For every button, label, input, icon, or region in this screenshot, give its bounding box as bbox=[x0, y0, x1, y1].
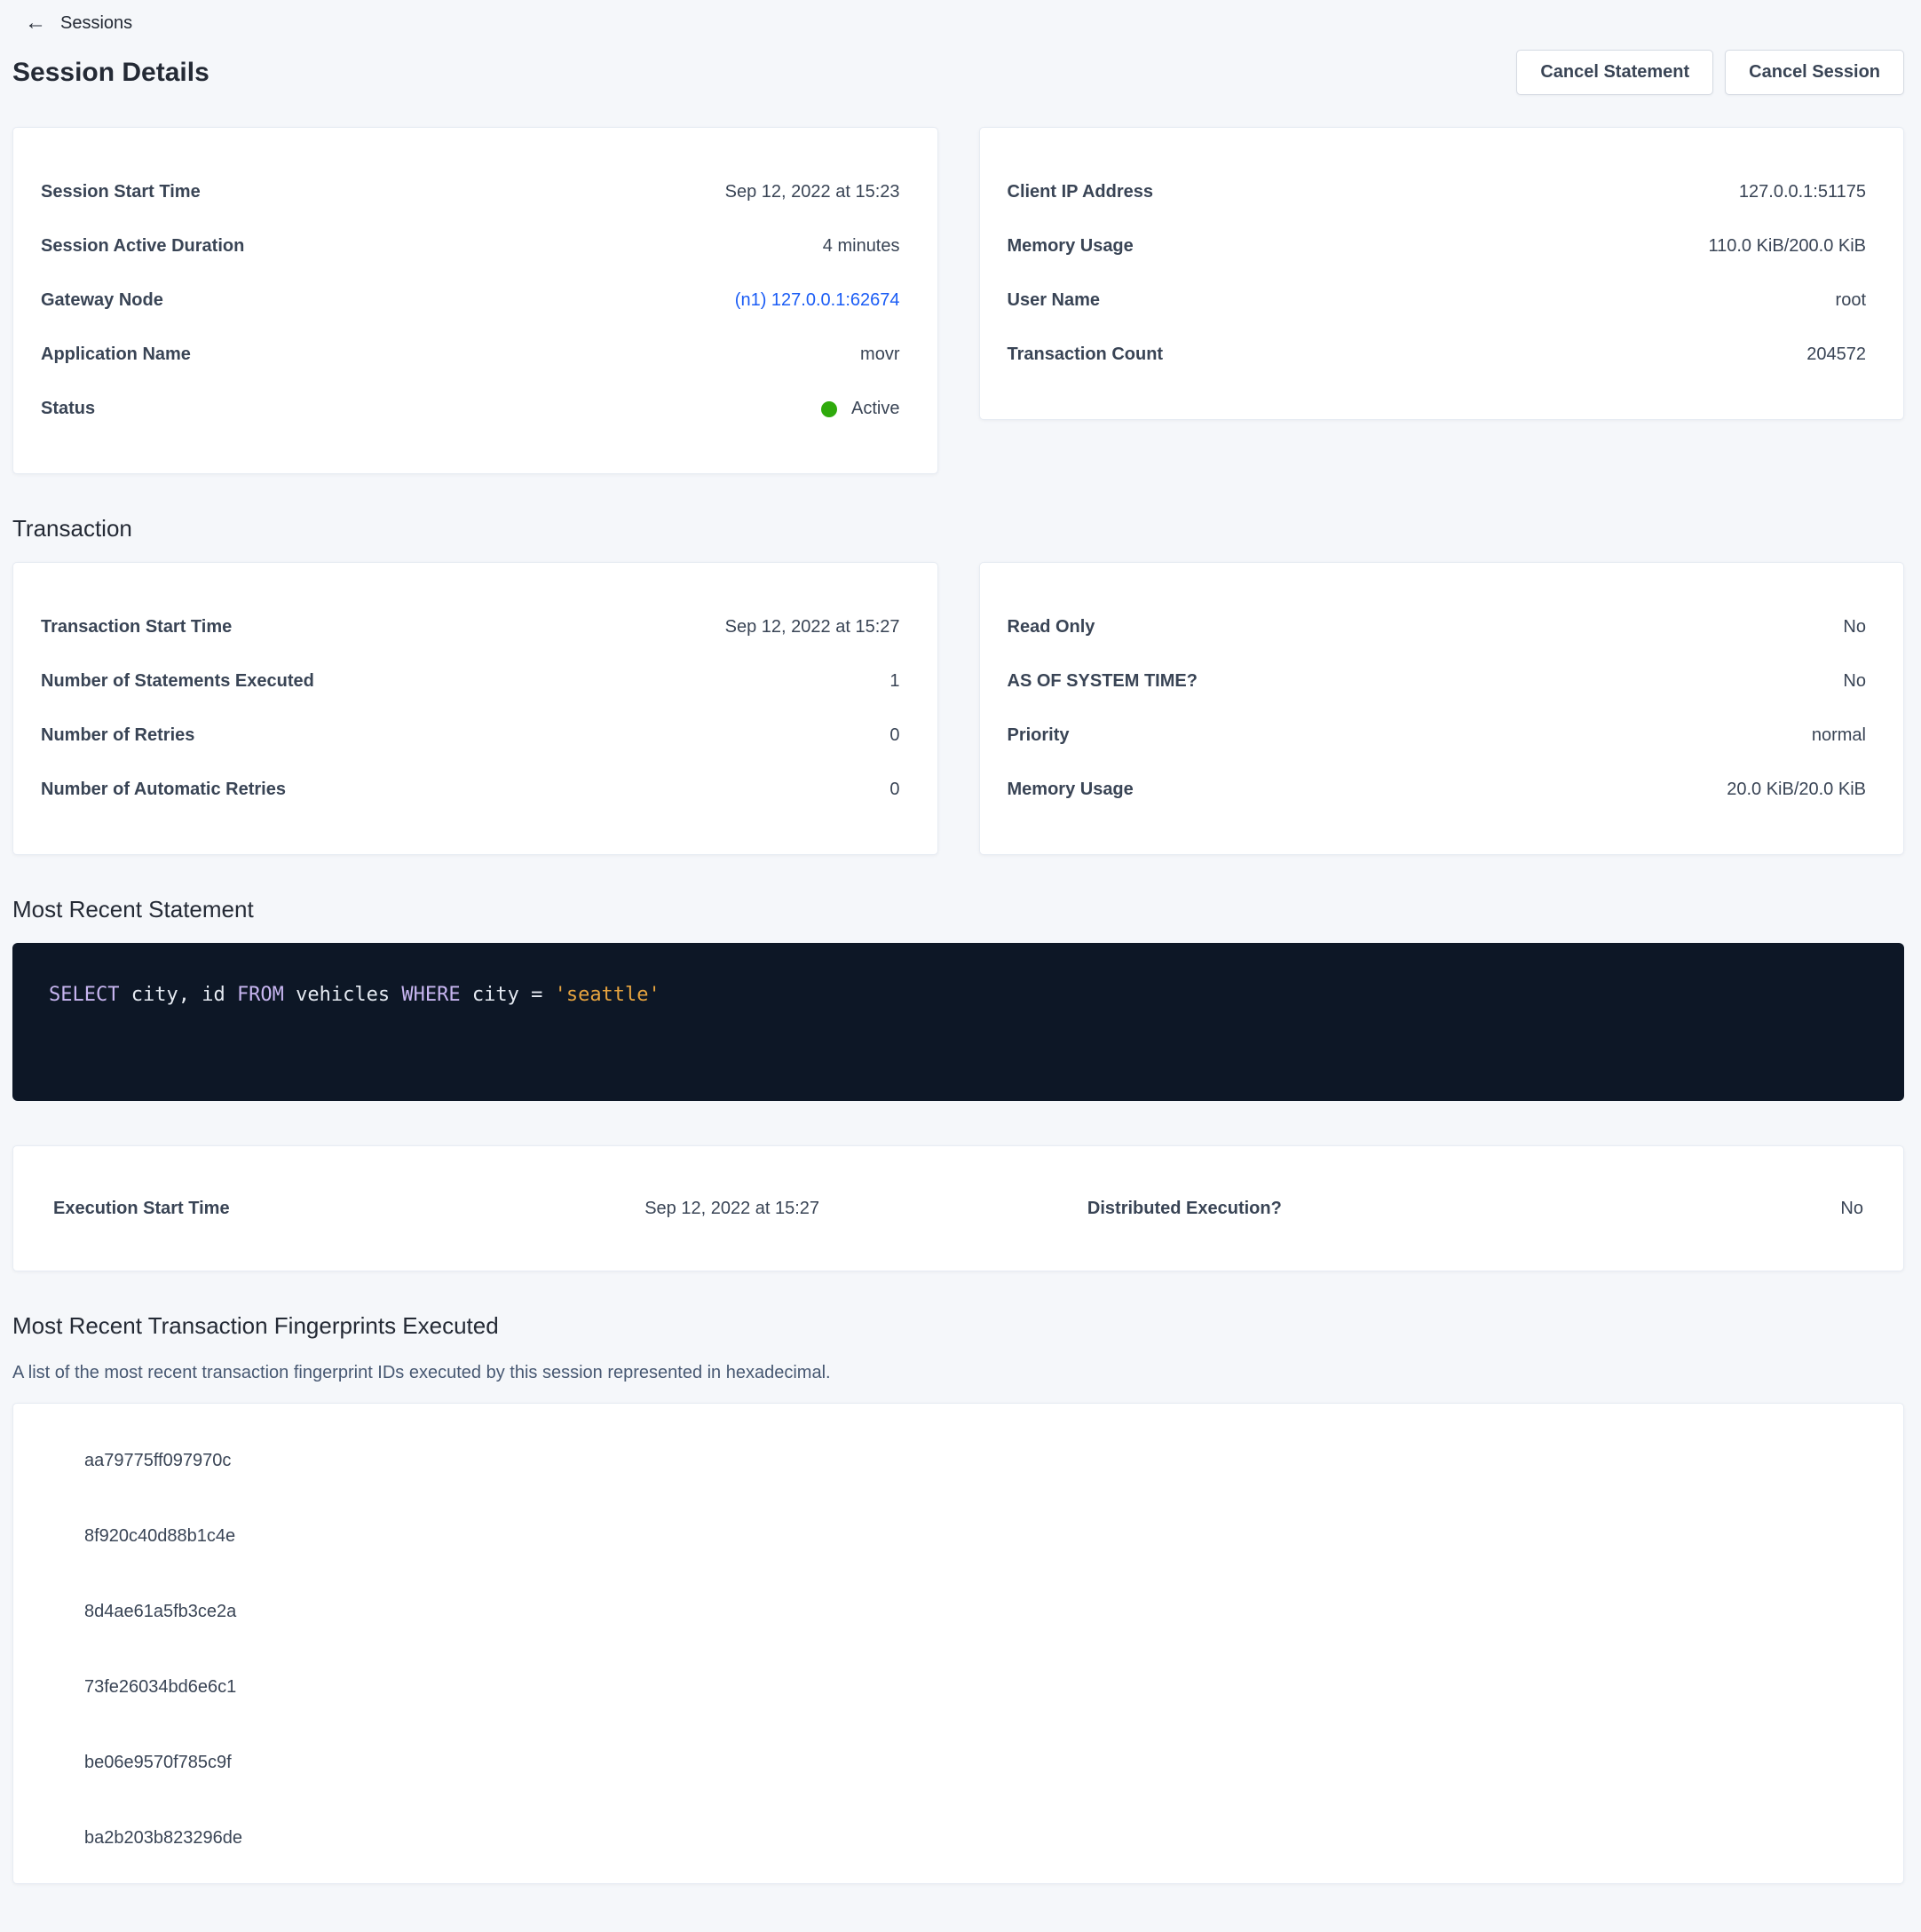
sql-text: city = bbox=[461, 984, 555, 1006]
info-label: Priority bbox=[1008, 725, 1070, 746]
fingerprints-card: aa79775ff097970c 8f920c40d88b1c4e 8d4ae6… bbox=[12, 1403, 1904, 1884]
back-arrow-icon: ← bbox=[25, 12, 46, 34]
sql-statement-block: SELECT city, id FROM vehicles WHERE city… bbox=[12, 943, 1904, 1101]
info-row-memory-usage: Memory Usage 110.0 KiB/200.0 KiB bbox=[1008, 219, 1867, 273]
info-label: Number of Retries bbox=[41, 725, 194, 746]
info-row-statements-executed: Number of Statements Executed 1 bbox=[41, 654, 900, 709]
sql-text: city, id bbox=[119, 984, 236, 1006]
info-value: 4 minutes bbox=[823, 236, 900, 257]
distributed-execution-label: Distributed Execution? bbox=[959, 1199, 1411, 1219]
info-row-transaction-start-time: Transaction Start Time Sep 12, 2022 at 1… bbox=[41, 600, 900, 654]
info-row-transaction-count: Transaction Count 204572 bbox=[1008, 328, 1867, 382]
info-value: Sep 12, 2022 at 15:27 bbox=[725, 617, 900, 637]
info-label: Memory Usage bbox=[1008, 236, 1134, 257]
page-header: Session Details Cancel Statement Cancel … bbox=[12, 50, 1904, 95]
gateway-node-link[interactable]: (n1) 127.0.0.1:62674 bbox=[735, 290, 900, 311]
info-value: 110.0 KiB/200.0 KiB bbox=[1708, 236, 1866, 257]
info-row-client-ip: Client IP Address 127.0.0.1:51175 bbox=[1008, 165, 1867, 219]
info-row-status: Status Active bbox=[41, 382, 900, 436]
info-label: Session Active Duration bbox=[41, 236, 244, 257]
sql-keyword: FROM bbox=[237, 984, 284, 1006]
fingerprints-section-title: Most Recent Transaction Fingerprints Exe… bbox=[12, 1312, 1904, 1340]
fingerprint-item: ba2b203b823296de bbox=[53, 1801, 1863, 1876]
fingerprint-item: be06e9570f785c9f bbox=[53, 1725, 1863, 1801]
sql-text: vehicles bbox=[284, 984, 401, 1006]
transaction-section-title: Transaction bbox=[12, 515, 1904, 542]
fingerprint-item: aa79775ff097970c bbox=[53, 1423, 1863, 1499]
info-value: 204572 bbox=[1806, 344, 1866, 365]
info-value: 1 bbox=[889, 671, 899, 692]
info-row-session-start-time: Session Start Time Sep 12, 2022 at 15:23 bbox=[41, 165, 900, 219]
info-value: 20.0 KiB/20.0 KiB bbox=[1727, 780, 1866, 800]
info-value: No bbox=[1843, 671, 1866, 692]
info-row-priority: Priority normal bbox=[1008, 709, 1867, 763]
info-label: Number of Statements Executed bbox=[41, 671, 314, 692]
transaction-info-card: Transaction Start Time Sep 12, 2022 at 1… bbox=[12, 562, 938, 855]
info-row-user-name: User Name root bbox=[1008, 273, 1867, 328]
execution-start-time-value: Sep 12, 2022 at 15:27 bbox=[506, 1199, 959, 1219]
session-cards-row: Session Start Time Sep 12, 2022 at 15:23… bbox=[12, 127, 1904, 474]
info-label: User Name bbox=[1008, 290, 1101, 311]
back-to-sessions-link[interactable]: ← Sessions bbox=[20, 9, 138, 37]
info-row-as-of-system-time: AS OF SYSTEM TIME? No bbox=[1008, 654, 1867, 709]
info-label: Read Only bbox=[1008, 617, 1095, 637]
cancel-session-button[interactable]: Cancel Session bbox=[1725, 50, 1904, 95]
info-row-gateway-node: Gateway Node (n1) 127.0.0.1:62674 bbox=[41, 273, 900, 328]
info-value: 0 bbox=[889, 780, 899, 800]
sql-keyword: WHERE bbox=[401, 984, 460, 1006]
info-value: 127.0.0.1:51175 bbox=[1739, 182, 1866, 202]
distributed-execution-value: No bbox=[1411, 1199, 1863, 1219]
info-label: Memory Usage bbox=[1008, 780, 1134, 800]
info-label: Session Start Time bbox=[41, 182, 201, 202]
header-actions: Cancel Statement Cancel Session bbox=[1516, 50, 1904, 95]
sql-keyword: SELECT bbox=[49, 984, 119, 1006]
info-value: normal bbox=[1812, 725, 1866, 746]
fingerprint-item: 8d4ae61a5fb3ce2a bbox=[53, 1574, 1863, 1650]
info-value: movr bbox=[860, 344, 899, 365]
execution-info-card: Execution Start Time Sep 12, 2022 at 15:… bbox=[12, 1145, 1904, 1271]
fingerprint-item: 73fe26034bd6e6c1 bbox=[53, 1650, 1863, 1725]
info-label: Application Name bbox=[41, 344, 191, 365]
info-row-number-of-retries: Number of Retries 0 bbox=[41, 709, 900, 763]
cancel-statement-button[interactable]: Cancel Statement bbox=[1516, 50, 1713, 95]
client-info-card: Client IP Address 127.0.0.1:51175 Memory… bbox=[979, 127, 1905, 420]
info-label: Transaction Start Time bbox=[41, 617, 232, 637]
info-value: No bbox=[1843, 617, 1866, 637]
fingerprint-item: 8f920c40d88b1c4e bbox=[53, 1499, 1863, 1574]
info-label: Client IP Address bbox=[1008, 182, 1154, 202]
info-label: Number of Automatic Retries bbox=[41, 780, 286, 800]
info-value: 0 bbox=[889, 725, 899, 746]
info-value: Sep 12, 2022 at 15:23 bbox=[725, 182, 900, 202]
page-title: Session Details bbox=[12, 58, 209, 88]
status-value: Active bbox=[851, 399, 899, 419]
statement-section-title: Most Recent Statement bbox=[12, 896, 1904, 923]
info-label: Transaction Count bbox=[1008, 344, 1164, 365]
info-label: Gateway Node bbox=[41, 290, 163, 311]
back-link-label: Sessions bbox=[60, 13, 132, 34]
info-row-session-active-duration: Session Active Duration 4 minutes bbox=[41, 219, 900, 273]
info-row-automatic-retries: Number of Automatic Retries 0 bbox=[41, 763, 900, 817]
info-label: AS OF SYSTEM TIME? bbox=[1008, 671, 1198, 692]
info-label: Status bbox=[41, 399, 95, 419]
sql-string-literal: 'seattle' bbox=[555, 984, 660, 1006]
transaction-cards-row: Transaction Start Time Sep 12, 2022 at 1… bbox=[12, 562, 1904, 855]
info-row-txn-memory-usage: Memory Usage 20.0 KiB/20.0 KiB bbox=[1008, 763, 1867, 817]
session-info-card: Session Start Time Sep 12, 2022 at 15:23… bbox=[12, 127, 938, 474]
status-active-dot-icon bbox=[821, 401, 837, 417]
info-row-read-only: Read Only No bbox=[1008, 600, 1867, 654]
info-value: root bbox=[1836, 290, 1866, 311]
info-row-application-name: Application Name movr bbox=[41, 328, 900, 382]
fingerprints-section-subtitle: A list of the most recent transaction fi… bbox=[12, 1363, 1904, 1383]
transaction-properties-card: Read Only No AS OF SYSTEM TIME? No Prior… bbox=[979, 562, 1905, 855]
status-badge: Active bbox=[821, 399, 899, 419]
execution-start-time-label: Execution Start Time bbox=[53, 1199, 506, 1219]
session-details-page: ← Sessions Session Details Cancel Statem… bbox=[0, 0, 1921, 1911]
